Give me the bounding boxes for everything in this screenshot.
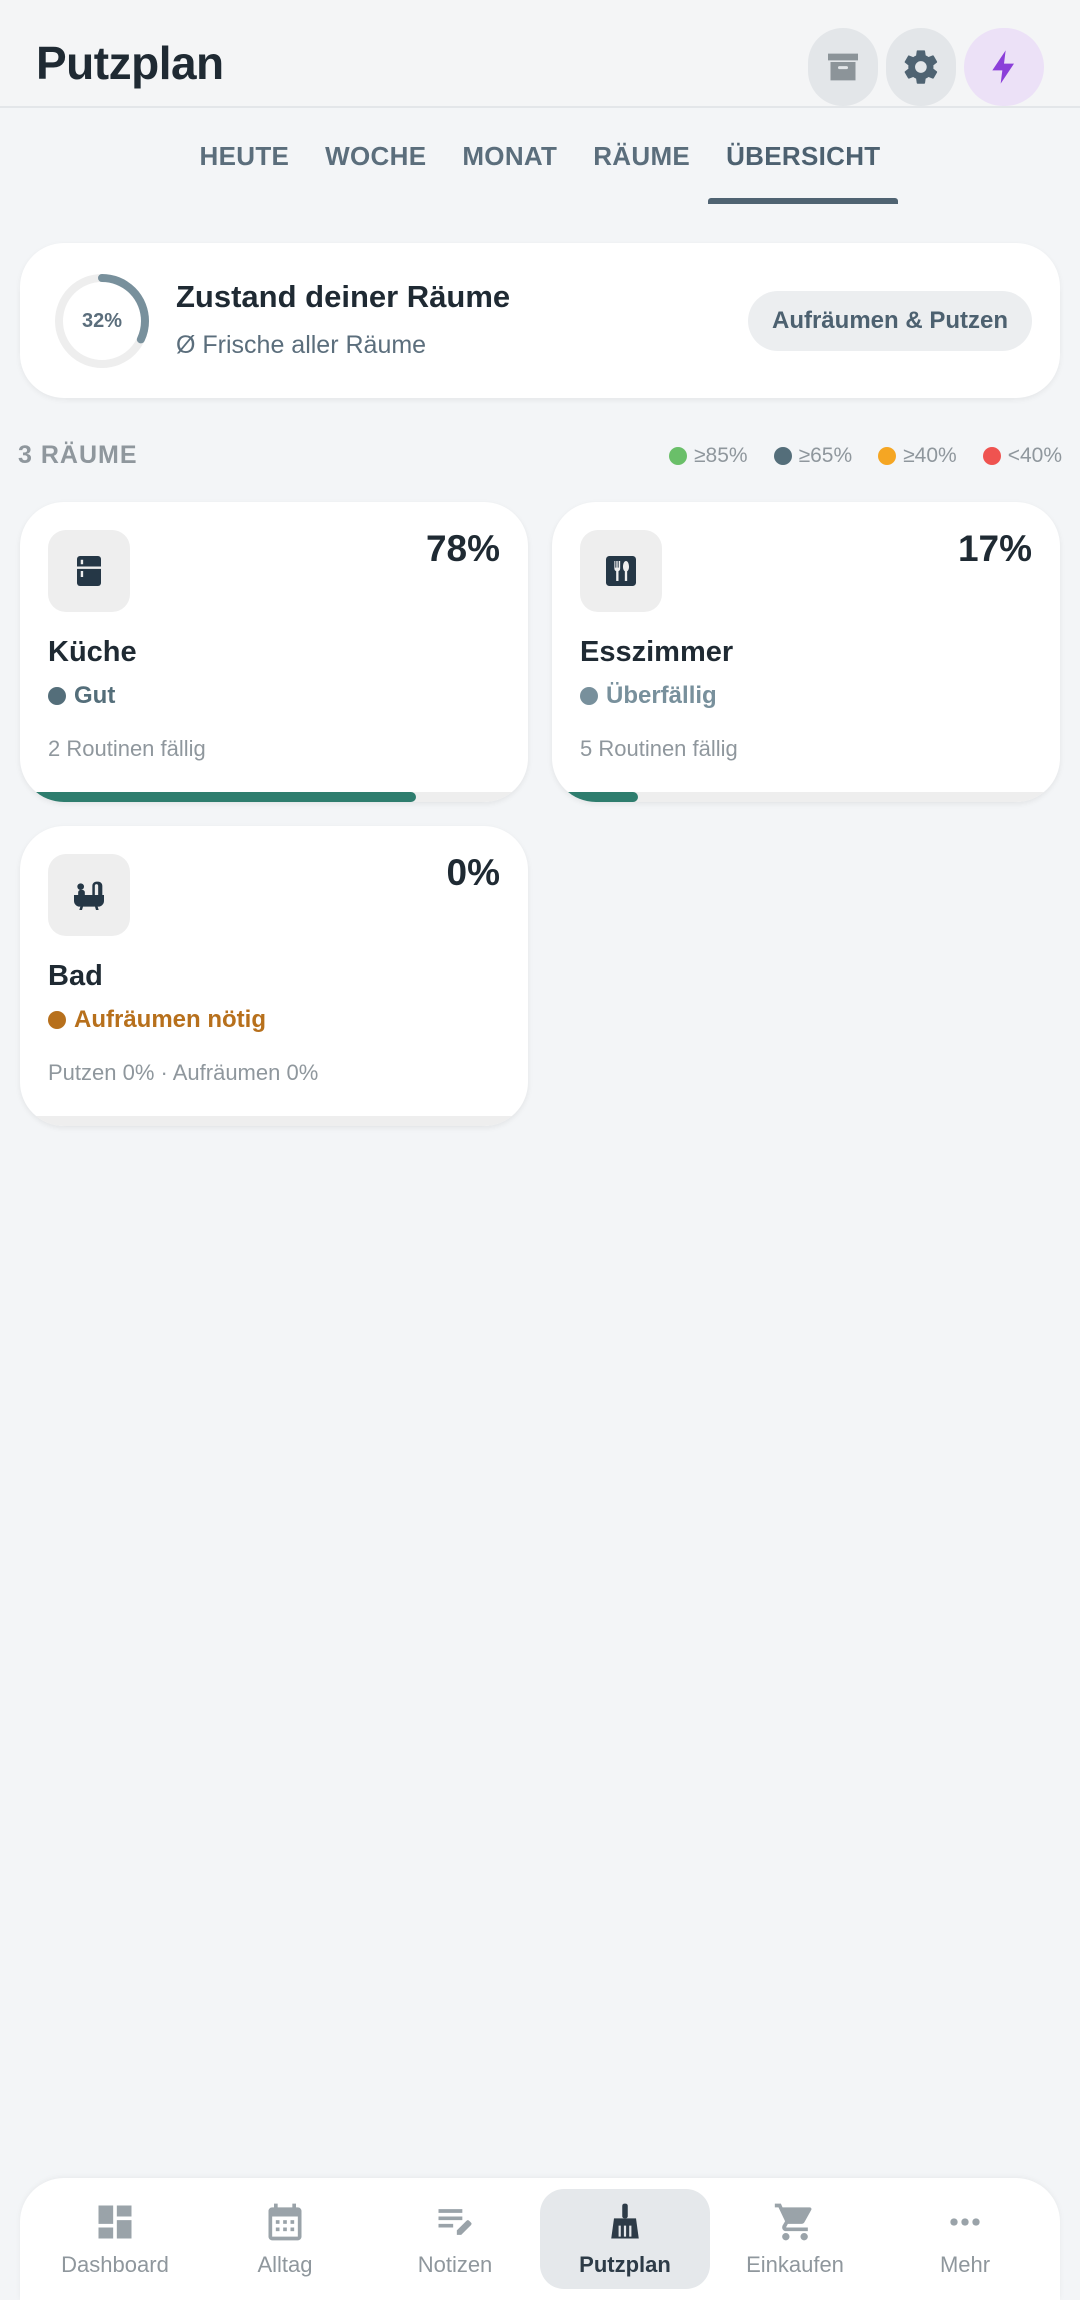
archive-icon <box>828 53 858 81</box>
status-label: Überfällig <box>606 682 717 709</box>
legend-label: ≥85% <box>694 444 748 467</box>
rooms-summary-card: 32% Zustand deiner Räume Ø Frische aller… <box>20 243 1060 398</box>
summary-title: Zustand deiner Räume <box>176 279 511 314</box>
status-label: Aufräumen nötig <box>74 1006 266 1033</box>
room-percent: 78% <box>425 528 500 569</box>
room-status: Überfällig <box>580 682 717 710</box>
legend-item: ≥40% <box>878 444 957 468</box>
nav-label: Notizen <box>417 2252 493 2277</box>
gear-icon <box>904 50 938 84</box>
nav-label: Einkaufen <box>746 2252 844 2277</box>
legend-label: ≥65% <box>798 444 853 467</box>
nav-item-mehr[interactable]: Mehr <box>880 2189 1050 2289</box>
broom-icon <box>611 2203 639 2239</box>
room-detail: 5 Routinen fällig <box>580 736 738 761</box>
room-status: Gut <box>48 682 115 710</box>
legend-label: ≥40% <box>903 444 957 467</box>
legend-dot <box>669 447 688 465</box>
archive-button[interactable] <box>808 28 878 106</box>
status-label: Gut <box>74 682 116 709</box>
bolt-icon <box>992 50 1014 84</box>
fridge-icon <box>77 556 101 586</box>
legend-item: ≥85% <box>669 444 748 468</box>
tab-monat[interactable]: MONAT <box>444 108 575 204</box>
dashboard-icon <box>98 2205 132 2239</box>
room-percent: 0% <box>446 852 500 893</box>
nav-item-putzplan[interactable]: Putzplan <box>540 2189 710 2289</box>
tidy-and-clean-button[interactable]: Aufräumen & Putzen <box>747 291 1032 351</box>
status-dot <box>580 687 598 705</box>
legend-item: ≥65% <box>773 444 853 468</box>
settings-button[interactable] <box>886 28 956 106</box>
legend-label: <40% <box>1007 444 1062 467</box>
room-progress-bar <box>552 792 1060 802</box>
room-progress-fill <box>552 792 639 802</box>
room-card-esszimmer[interactable]: 17% Esszimmer Überfällig 5 Routinen fäll… <box>552 502 1060 802</box>
status-dot <box>48 687 66 705</box>
cutlery-icon <box>606 556 636 586</box>
room-name: Esszimmer <box>580 636 734 668</box>
tab-heute[interactable]: HEUTE <box>182 108 308 204</box>
tab-woche[interactable]: WOCHE <box>307 108 444 204</box>
room-icon-container <box>48 854 130 936</box>
room-detail: Putzen 0% · Aufräumen 0% <box>48 1060 319 1085</box>
app-header: Putzplan <box>0 0 1080 108</box>
room-detail: 2 Routinen fällig <box>48 736 206 761</box>
room-name: Bad <box>48 960 103 992</box>
legend-dot <box>982 447 1001 465</box>
freshness-percent: 32% <box>81 309 123 332</box>
notes-icon <box>438 2209 472 2235</box>
nav-label: Alltag <box>257 2252 313 2277</box>
nav-item-alltag[interactable]: Alltag <box>200 2189 370 2289</box>
more-icon <box>950 2218 980 2226</box>
room-icon-container <box>48 530 130 612</box>
room-progress-fill <box>20 792 417 802</box>
quick-action-button[interactable] <box>964 28 1044 106</box>
room-progress-bar <box>20 1116 528 1126</box>
nav-label: Dashboard <box>61 2252 169 2277</box>
status-legend: ≥85% ≥65% ≥40% <40% <box>669 444 1062 468</box>
cart-icon <box>774 2203 812 2241</box>
rooms-count-label: 3 RÄUME <box>18 441 138 469</box>
legend-item: <40% <box>982 444 1062 468</box>
room-name: Küche <box>48 636 137 668</box>
room-card-bad[interactable]: 0% Bad Aufräumen nötig Putzen 0% · Aufrä… <box>20 826 528 1126</box>
room-progress-bar <box>20 792 528 802</box>
tab-bar: HEUTE WOCHE MONAT RÄUME ÜBERSICHT <box>0 108 1080 204</box>
nav-label: Putzplan <box>579 2252 671 2277</box>
legend-dot <box>878 447 897 465</box>
summary-subtitle: Ø Frische aller Räume <box>176 331 427 359</box>
room-card-kueche[interactable]: 78% Küche Gut 2 Routinen fällig <box>20 502 528 802</box>
room-status: Aufräumen nötig <box>48 1006 266 1034</box>
tab-uebersicht[interactable]: ÜBERSICHT <box>708 108 899 204</box>
bathtub-icon <box>74 881 104 910</box>
status-dot <box>48 1011 66 1029</box>
tab-raeume[interactable]: RÄUME <box>575 108 708 204</box>
room-percent: 17% <box>957 528 1032 569</box>
nav-item-notizen[interactable]: Notizen <box>370 2189 540 2289</box>
page-title: Putzplan <box>36 37 224 89</box>
room-icon-container <box>580 530 662 612</box>
bottom-navigation: Dashboard Alltag Notizen Putzplan Einkau… <box>20 2178 1060 2300</box>
legend-dot <box>773 447 792 465</box>
nav-item-dashboard[interactable]: Dashboard <box>30 2189 200 2289</box>
calendar-icon <box>268 2203 302 2241</box>
nav-item-einkaufen[interactable]: Einkaufen <box>710 2189 880 2289</box>
nav-label: Mehr <box>939 2252 991 2277</box>
